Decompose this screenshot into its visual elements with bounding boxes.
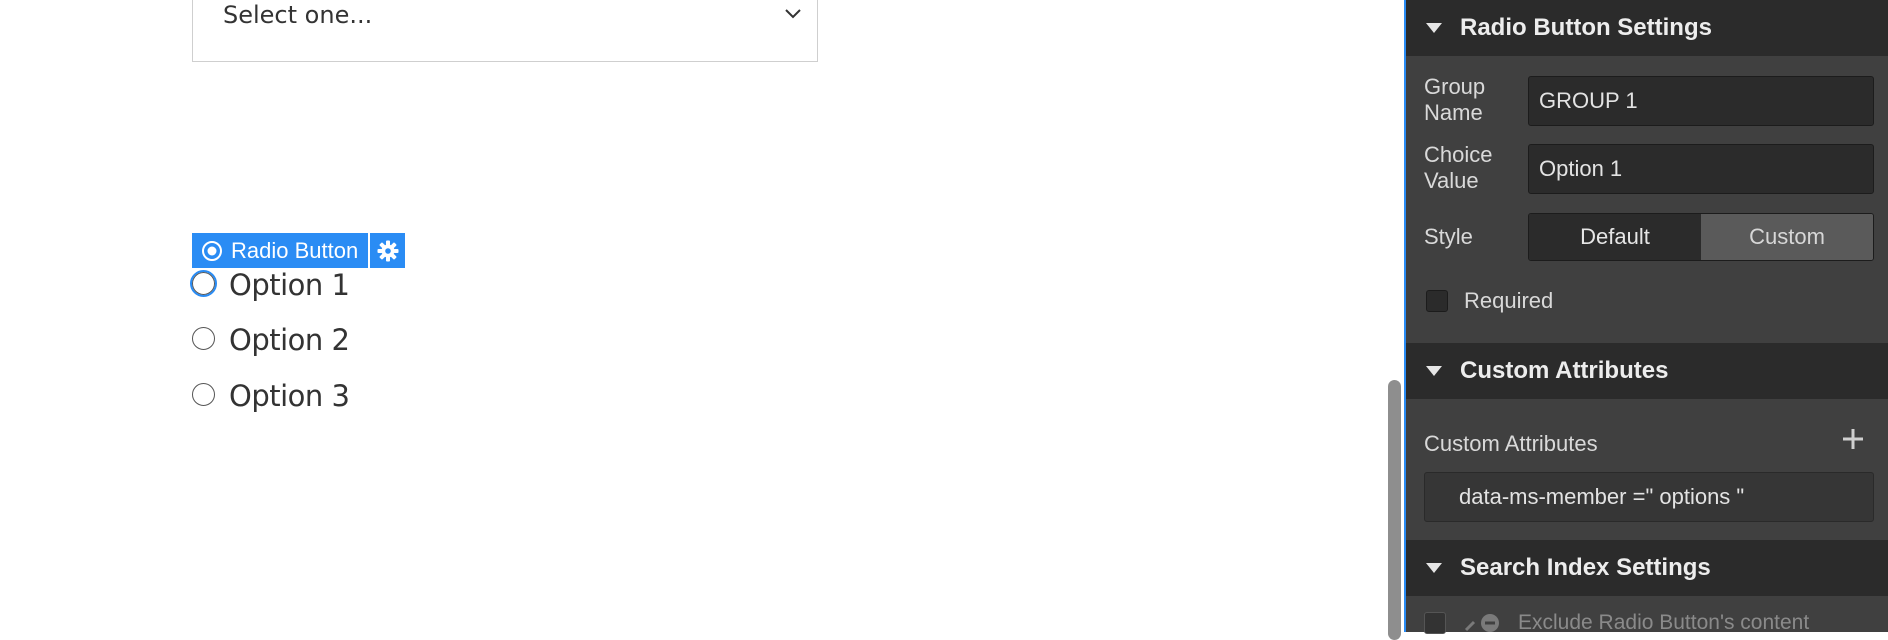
group-name-label: Group Name [1424, 74, 1486, 125]
radio-circle[interactable] [190, 270, 217, 297]
section-title: Radio Button Settings [1460, 14, 1712, 41]
selected-element-badge[interactable]: Radio Button [192, 233, 406, 268]
select-placeholder: Select one... [223, 1, 373, 29]
element-settings-button[interactable] [370, 233, 406, 268]
add-attribute-icon[interactable] [1842, 428, 1864, 450]
element-badge-label: Radio Button [231, 237, 359, 263]
section-title: Search Index Settings [1460, 554, 1711, 581]
section-custom-attributes[interactable]: Custom Attributes [1406, 343, 1888, 399]
radio-label: Option 1 [229, 268, 350, 302]
select-dropdown[interactable]: Select one... [192, 0, 818, 62]
chevron-down-icon [785, 9, 801, 19]
section-radio-button-settings[interactable]: Radio Button Settings [1406, 0, 1888, 56]
style-custom-button[interactable]: Custom [1701, 214, 1873, 260]
exclude-label: Exclude Radio Button's content [1518, 611, 1810, 634]
settings-panel: Radio Button Settings Group Name GROUP 1… [1404, 0, 1888, 634]
radio-circle[interactable] [192, 383, 215, 406]
element-type-label[interactable]: Radio Button [192, 233, 369, 268]
radio-option-3[interactable]: Option 3 [192, 379, 350, 413]
style-default-button[interactable]: Default [1529, 214, 1701, 260]
style-toggle[interactable]: Default Custom [1528, 213, 1874, 261]
style-label: Style [1424, 224, 1473, 249]
collapse-triangle-icon [1426, 366, 1442, 376]
exclude-search-row[interactable]: Exclude Radio Button's content [1424, 610, 1809, 636]
required-checkbox[interactable] [1426, 290, 1448, 312]
custom-attributes-label: Custom Attributes [1424, 431, 1598, 456]
radio-label: Option 3 [229, 379, 350, 413]
exclude-checkbox[interactable] [1424, 612, 1446, 634]
choice-value-label: Choice Value [1424, 142, 1493, 193]
radio-button-icon [202, 240, 222, 261]
radio-label: Option 2 [229, 323, 350, 357]
radio-option-1[interactable]: Option 1 [190, 268, 350, 302]
designer-canvas: Select one... Radio Button Option 1 Opti… [0, 0, 1404, 640]
search-exclude-icon [1464, 614, 1499, 632]
choice-value-input[interactable]: Option 1 [1528, 144, 1874, 194]
radio-option-2[interactable]: Option 2 [192, 323, 350, 357]
gear-icon [377, 240, 399, 261]
group-name-input[interactable]: GROUP 1 [1528, 76, 1874, 126]
section-title: Custom Attributes [1460, 357, 1669, 384]
collapse-triangle-icon [1426, 563, 1442, 573]
required-label: Required [1464, 288, 1554, 313]
collapse-triangle-icon [1426, 23, 1442, 33]
canvas-scrollbar-thumb[interactable] [1388, 380, 1401, 640]
custom-attribute-item[interactable]: data-ms-member =" options " [1424, 472, 1874, 522]
radio-circle[interactable] [192, 327, 215, 350]
section-search-index-settings[interactable]: Search Index Settings [1406, 540, 1888, 596]
